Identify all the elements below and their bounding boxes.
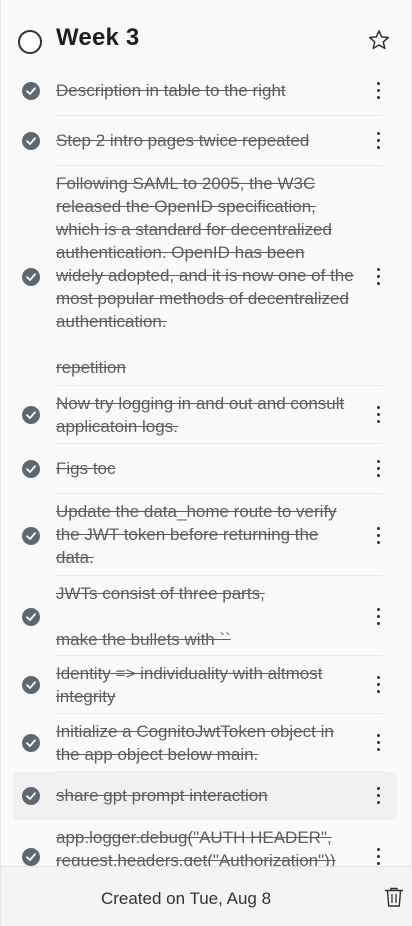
checked-circle-icon[interactable]: [22, 132, 40, 150]
star-icon[interactable]: [367, 28, 391, 52]
task-item[interactable]: Description in table to the right: [1, 66, 412, 116]
checked-circle-icon[interactable]: [22, 527, 40, 545]
page-title: Week 3: [56, 24, 140, 51]
task-item[interactable]: Identity => individuality with altmost i…: [1, 656, 412, 714]
more-options-icon[interactable]: [376, 607, 382, 627]
complete-circle-icon[interactable]: [18, 30, 42, 54]
more-options-icon[interactable]: [376, 733, 382, 753]
checked-circle-icon[interactable]: [22, 676, 40, 694]
task-title: Update the data_home route to verify the…: [56, 502, 337, 567]
details-footer: Created on Tue, Aug 8: [1, 866, 412, 926]
more-options-icon[interactable]: [376, 675, 382, 695]
checked-circle-icon[interactable]: [22, 406, 40, 424]
checked-circle-icon[interactable]: [22, 460, 40, 478]
task-title: Initialize a CognitoJwtToken object in t…: [56, 722, 334, 764]
task-item[interactable]: Figs toc: [1, 444, 412, 494]
task-title: Step 2 intro pages twice repeated: [56, 131, 310, 150]
task-item[interactable]: Following SAML to 2005, the W3C released…: [1, 166, 412, 386]
checked-circle-icon[interactable]: [22, 608, 40, 626]
task-title: Identity => individuality with altmost i…: [56, 664, 323, 706]
task-item[interactable]: Step 2 intro pages twice repeated: [1, 116, 412, 166]
task-list: Description in table to the right Step 2…: [1, 66, 412, 880]
trash-icon[interactable]: [384, 886, 404, 908]
task-title: Following SAML to 2005, the W3C released…: [56, 174, 354, 377]
more-options-icon[interactable]: [376, 786, 382, 806]
more-options-icon[interactable]: [376, 81, 382, 101]
checked-circle-icon[interactable]: [22, 82, 40, 100]
task-item[interactable]: Now try logging in and out and consult a…: [1, 386, 412, 444]
task-item[interactable]: share gpt prompt interaction: [1, 772, 412, 820]
task-detail-panel: Week 3 Description in table to the right…: [0, 0, 412, 926]
checked-circle-icon[interactable]: [22, 268, 40, 286]
task-title: share gpt prompt interaction: [56, 786, 268, 805]
checked-circle-icon[interactable]: [22, 848, 40, 866]
task-item[interactable]: Initialize a CognitoJwtToken object in t…: [1, 714, 412, 772]
more-options-icon[interactable]: [376, 131, 382, 151]
more-options-icon[interactable]: [376, 526, 382, 546]
more-options-icon[interactable]: [376, 847, 382, 867]
task-item[interactable]: JWTs consist of three parts, make the bu…: [1, 576, 412, 656]
more-options-icon[interactable]: [376, 459, 382, 479]
more-options-icon[interactable]: [376, 267, 382, 287]
checked-circle-icon[interactable]: [22, 787, 40, 805]
created-date-label: Created on Tue, Aug 8: [100, 889, 272, 908]
task-title: Description in table to the right: [56, 81, 286, 100]
task-title: JWTs consist of three parts, make the bu…: [56, 584, 265, 649]
task-title: Now try logging in and out and consult a…: [56, 394, 345, 436]
checked-circle-icon[interactable]: [22, 734, 40, 752]
task-item[interactable]: Update the data_home route to verify the…: [1, 494, 412, 576]
task-title: Figs toc: [56, 459, 116, 478]
more-options-icon[interactable]: [376, 405, 382, 425]
